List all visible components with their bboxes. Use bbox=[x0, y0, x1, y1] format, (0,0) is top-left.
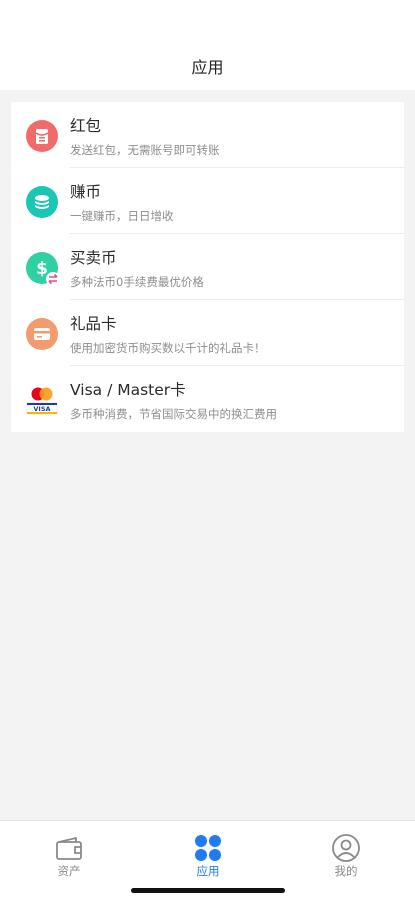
app-description: 一键赚币，日日增收 bbox=[70, 209, 174, 223]
tab-label: 我的 bbox=[334, 864, 358, 878]
top-bar: 应用 bbox=[0, 0, 415, 90]
tab-profile[interactable]: 我的 bbox=[306, 829, 386, 883]
app-item-red-packet[interactable]: 红包 发送红包，无需账号即可转账 bbox=[11, 102, 404, 168]
app-item-gift-card[interactable]: 礼品卡 使用加密货币购买数以千计的礼品卡！ bbox=[11, 300, 404, 366]
buy-sell-coin-icon: $ bbox=[26, 252, 60, 286]
red-packet-icon bbox=[26, 120, 58, 152]
earn-coin-icon bbox=[26, 186, 58, 218]
app-description: 发送红包，无需账号即可转账 bbox=[70, 143, 220, 157]
app-item-earn-coin[interactable]: 赚币 一键赚币，日日增收 bbox=[11, 168, 404, 234]
tab-label: 应用 bbox=[196, 864, 220, 878]
apps-list: 红包 发送红包，无需账号即可转账 赚币 一键赚币，日日增收 $ 买卖币 多种法币… bbox=[11, 102, 404, 432]
tab-label: 资产 bbox=[57, 864, 81, 878]
apps-grid-icon bbox=[193, 833, 223, 863]
wallet-icon bbox=[54, 833, 84, 863]
tab-apps[interactable]: 应用 bbox=[168, 829, 248, 883]
app-name: 红包 bbox=[70, 117, 102, 135]
app-description: 使用加密货币购买数以千计的礼品卡！ bbox=[70, 341, 266, 355]
app-name: 赚币 bbox=[70, 183, 102, 201]
home-indicator bbox=[131, 888, 285, 893]
app-name: Visa / Master卡 bbox=[70, 381, 186, 399]
visa-mastercard-icon: VISA bbox=[26, 384, 58, 416]
app-name: 买卖币 bbox=[70, 249, 117, 267]
tab-assets[interactable]: 资产 bbox=[29, 829, 109, 883]
app-item-buy-sell-coin[interactable]: $ 买卖币 多种法币0手续费最优价格 bbox=[11, 234, 404, 300]
svg-text:$: $ bbox=[36, 259, 48, 279]
page-title: 应用 bbox=[191, 58, 224, 77]
app-description: 多种法币0手续费最优价格 bbox=[70, 275, 204, 289]
app-item-visa-master-card[interactable]: VISA Visa / Master卡 多币种消费，节省国际交易中的换汇费用 bbox=[11, 366, 404, 432]
svg-text:VISA: VISA bbox=[33, 405, 50, 413]
profile-icon bbox=[331, 833, 361, 863]
app-description: 多币种消费，节省国际交易中的换汇费用 bbox=[70, 407, 277, 421]
gift-card-icon bbox=[26, 318, 58, 350]
app-name: 礼品卡 bbox=[70, 315, 117, 333]
